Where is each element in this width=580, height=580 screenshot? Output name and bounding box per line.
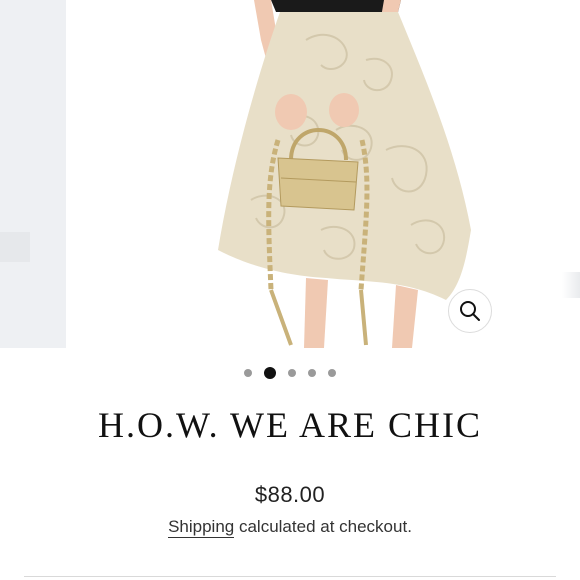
shipping-note: Shipping calculated at checkout. [0,517,580,538]
gallery-dot-4[interactable] [308,369,316,377]
magnifier-icon [460,301,480,321]
zoom-button[interactable] [448,289,492,333]
product-page: H.O.W. WE ARE CHIC $88.00 Shipping calcu… [0,0,580,580]
product-title: H.O.W. WE ARE CHIC [97,405,482,445]
gallery-pagination [0,364,580,382]
gallery-dot-3[interactable] [288,369,296,377]
next-slide-preview[interactable] [562,272,580,298]
shipping-note-text: calculated at checkout. [234,517,412,536]
gallery-dot-5[interactable] [328,369,336,377]
section-divider [24,576,556,577]
previous-slide-preview[interactable] [0,0,66,348]
previous-slide-shape [0,232,30,262]
gallery-dot-1[interactable] [244,369,252,377]
shipping-link[interactable]: Shipping [168,517,235,538]
product-image-gallery[interactable] [0,0,580,350]
product-price: $88.00 [254,482,326,507]
gallery-dot-2[interactable] [264,367,276,379]
